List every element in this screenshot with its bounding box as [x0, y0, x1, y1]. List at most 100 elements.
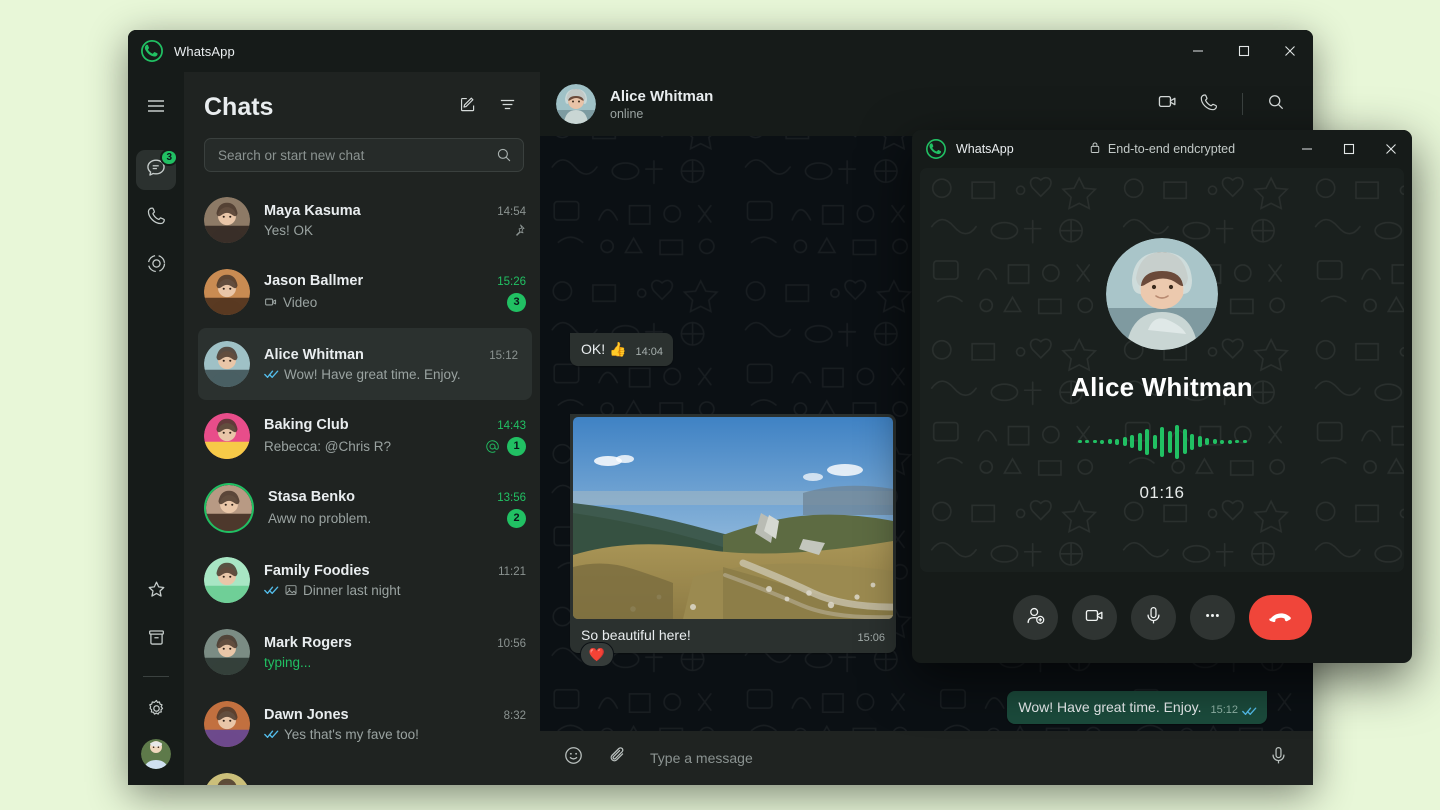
mention-icon — [485, 439, 500, 454]
nav-item-status[interactable] — [136, 246, 176, 286]
chat-list-item[interactable]: Family Foodies11:21Dinner last night — [184, 544, 540, 616]
new-chat-button[interactable] — [450, 90, 484, 124]
filter-icon — [498, 95, 517, 119]
chat-list-item[interactable]: Mark Rogers10:56typing... — [184, 616, 540, 688]
chat-list-item[interactable]: Alice Whitman15:12Wow! Have great time. … — [198, 328, 532, 400]
add-participant-button[interactable] — [1013, 595, 1058, 640]
hamburger-menu-button[interactable] — [136, 88, 176, 128]
chat-item-meta: 3 — [507, 293, 526, 312]
chat-preview-text: typing... — [264, 655, 311, 670]
gear-icon — [146, 698, 167, 724]
nav-item-archived[interactable] — [136, 620, 176, 660]
mute-microphone-button[interactable] — [1131, 595, 1176, 640]
filter-chats-button[interactable] — [490, 90, 524, 124]
chat-contact-name: Stasa Benko — [268, 489, 489, 505]
chat-list-item[interactable]: Ziggy Woodley8:12 — [184, 760, 540, 785]
chat-preview-text: Wow! Have great time. Enjoy. — [284, 367, 461, 382]
search-box[interactable] — [204, 138, 524, 172]
compose-pencil-icon — [458, 95, 477, 119]
hamburger-menu-icon — [146, 96, 166, 121]
waveform-bar — [1228, 440, 1232, 444]
waveform-bar — [1213, 439, 1217, 444]
text-message-bubble[interactable]: OK! 👍14:04 — [570, 333, 673, 366]
emoji-picker-button[interactable] — [556, 741, 590, 775]
message-row: Wow! Have great time. Enjoy.15:12 — [570, 691, 1267, 724]
chat-item-meta — [512, 223, 526, 237]
chat-preview: Yes! OK — [264, 223, 504, 238]
contact-avatar[interactable] — [556, 84, 596, 124]
ellipsis-icon — [1202, 605, 1223, 631]
end-call-button[interactable] — [1249, 595, 1312, 640]
pinned-icon — [512, 223, 526, 237]
status-circle-icon — [146, 253, 167, 279]
chat-preview: Yes that's my fave too! — [264, 727, 518, 742]
switch-to-video-button[interactable] — [1072, 595, 1117, 640]
read-receipt-icon — [264, 368, 279, 380]
chats-unread-badge: 3 — [160, 149, 178, 166]
chat-timestamp: 14:43 — [497, 420, 526, 432]
attach-file-button[interactable] — [600, 741, 634, 775]
message-photo[interactable] — [573, 417, 893, 619]
read-receipt-icon — [264, 584, 279, 596]
voice-call-window: WhatsApp End-to-end endcrypted — [912, 130, 1412, 663]
record-voice-button[interactable] — [1261, 741, 1295, 775]
chat-preview-text: Yes that's my fave too! — [284, 727, 419, 742]
unread-count-badge: 1 — [507, 437, 526, 456]
nav-item-calls[interactable] — [136, 198, 176, 238]
video-camera-icon — [1084, 605, 1105, 631]
window-controls — [1175, 30, 1313, 72]
image-message-bubble[interactable]: So beautiful here!15:06❤️ — [570, 414, 896, 653]
message-reaction[interactable]: ❤️ — [580, 642, 614, 667]
encryption-text: End-to-end endcrypted — [1108, 142, 1235, 156]
chat-list[interactable]: Maya Kasuma14:54Yes! OKJason Ballmer15:2… — [184, 182, 540, 785]
close-button[interactable] — [1267, 30, 1313, 72]
chat-item-body: Dawn Jones8:32Yes that's my fave too! — [264, 707, 526, 742]
video-call-button[interactable] — [1148, 85, 1186, 123]
search-input[interactable] — [218, 148, 496, 163]
minimize-button[interactable] — [1175, 30, 1221, 72]
chat-list-item[interactable]: Jason Ballmer15:26Video3 — [184, 256, 540, 328]
chat-avatar — [204, 773, 250, 785]
message-timestamp: 15:12 — [1210, 701, 1238, 720]
chat-preview-text: Aww no problem. — [268, 511, 371, 526]
chat-list-item[interactable]: Dawn Jones8:32Yes that's my fave too! — [184, 688, 540, 760]
conversation-header: Alice Whitman online — [540, 72, 1313, 136]
chat-item-meta: 2 — [507, 509, 526, 528]
message-composer — [540, 731, 1313, 785]
voice-call-button[interactable] — [1190, 85, 1228, 123]
waveform-bar — [1198, 436, 1202, 447]
main-titlebar: WhatsApp — [128, 30, 1313, 72]
text-message-bubble[interactable]: Wow! Have great time. Enjoy.15:12 — [1007, 691, 1267, 724]
message-meta: 15:12 — [1210, 701, 1257, 720]
chat-list-pane: Chats — [184, 72, 540, 785]
search-in-chat-button[interactable] — [1257, 85, 1295, 123]
more-options-button[interactable] — [1190, 595, 1235, 640]
maximize-button[interactable] — [1221, 30, 1267, 72]
call-minimize-button[interactable] — [1286, 130, 1328, 168]
call-audio-waveform — [1078, 421, 1247, 463]
chat-list-item[interactable]: Maya Kasuma14:54Yes! OK — [184, 184, 540, 256]
whatsapp-logo-icon — [926, 139, 946, 159]
call-maximize-button[interactable] — [1328, 130, 1370, 168]
nav-item-starred[interactable] — [136, 572, 176, 612]
chat-item-body: Baking Club14:43Rebecca: @Chris R?1 — [264, 417, 526, 456]
chat-list-item[interactable]: Baking Club14:43Rebecca: @Chris R?1 — [184, 400, 540, 472]
waveform-bar — [1123, 437, 1127, 446]
waveform-bar — [1115, 439, 1119, 445]
chat-contact-name: Mark Rogers — [264, 635, 489, 651]
profile-avatar[interactable] — [141, 739, 171, 769]
nav-item-settings[interactable] — [136, 691, 176, 731]
reaction-emoji: ❤️ — [589, 645, 605, 664]
unread-count-badge: 2 — [507, 509, 526, 528]
chat-preview-text: Rebecca: @Chris R? — [264, 439, 391, 454]
encryption-notice: End-to-end endcrypted — [1089, 141, 1235, 157]
chat-preview-text: Yes! OK — [264, 223, 313, 238]
call-window-controls — [1286, 130, 1412, 168]
call-close-button[interactable] — [1370, 130, 1412, 168]
chat-avatar — [204, 701, 250, 747]
chat-list-item[interactable]: Stasa Benko13:56Aww no problem.2 — [184, 472, 540, 544]
nav-item-chats[interactable]: 3 — [136, 150, 176, 190]
message-timestamp: 14:04 — [635, 343, 663, 362]
message-input[interactable] — [644, 750, 1251, 766]
call-contact-name: Alice Whitman — [1071, 372, 1253, 403]
